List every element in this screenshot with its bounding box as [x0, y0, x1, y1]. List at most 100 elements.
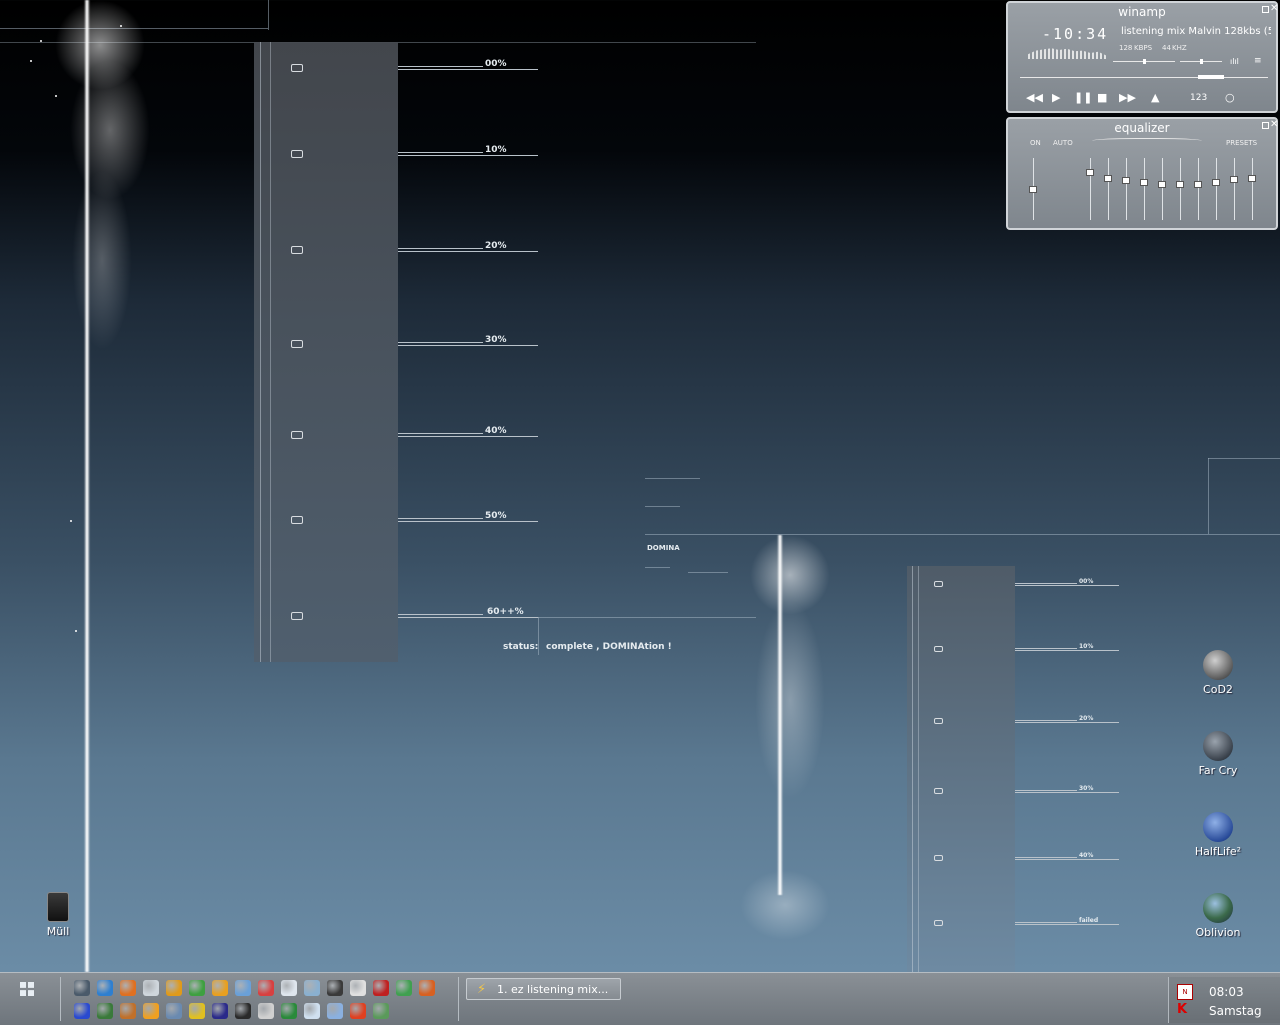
- volume-slider[interactable]: [1113, 59, 1175, 64]
- nvidia-tray-icon[interactable]: N: [1177, 984, 1193, 1000]
- quick-launch-app-icon[interactable]: [212, 980, 228, 996]
- quick-launch-app-icon[interactable]: [143, 1003, 159, 1019]
- clock-time[interactable]: 08:03: [1209, 985, 1244, 999]
- equalizer-window[interactable]: equalizer ✕ ON AUTO PRESETS: [1006, 117, 1278, 230]
- clock-day[interactable]: Samstag: [1209, 1004, 1262, 1018]
- quick-launch-app-icon[interactable]: [166, 1003, 182, 1019]
- eject-icon[interactable]: ▲: [1151, 91, 1159, 104]
- eq-auto-button[interactable]: AUTO: [1053, 139, 1073, 147]
- seek-bar[interactable]: [1020, 75, 1268, 79]
- eq-band-slider[interactable]: [1212, 158, 1221, 220]
- quick-launch-app-icon[interactable]: [166, 980, 182, 996]
- quick-launch-app-icon[interactable]: [419, 980, 435, 996]
- quick-launch-app-icon[interactable]: [327, 980, 343, 996]
- quick-launch-app-icon[interactable]: [373, 1003, 389, 1019]
- antivirus-tray-icon[interactable]: K: [1177, 1003, 1191, 1017]
- desktop-icon-trash[interactable]: Müll: [23, 892, 93, 938]
- small-scale-edge: [912, 566, 913, 972]
- quick-launch-app-icon[interactable]: [74, 980, 90, 996]
- wallpaper-hairline: [688, 572, 728, 573]
- slider-knob[interactable]: [1086, 169, 1094, 176]
- tick-line: [1015, 585, 1119, 586]
- quick-launch-app-icon[interactable]: [120, 1003, 136, 1019]
- tick-label: 00%: [1079, 578, 1094, 585]
- quick-launch-app-icon[interactable]: [373, 980, 389, 996]
- quick-launch-app-icon[interactable]: [235, 980, 251, 996]
- quick-launch-app-icon[interactable]: [396, 980, 412, 996]
- eq-on-button[interactable]: ON: [1030, 139, 1041, 147]
- minimize-icon[interactable]: [1262, 6, 1269, 13]
- quick-launch-app-icon[interactable]: [281, 980, 297, 996]
- next-icon[interactable]: ▶▶: [1119, 91, 1136, 104]
- quick-launch-app-icon[interactable]: [281, 1003, 297, 1019]
- quick-launch-app-icon[interactable]: [74, 1003, 90, 1019]
- slider-knob[interactable]: [1029, 186, 1037, 193]
- slider-knob[interactable]: [1230, 176, 1238, 183]
- tick-marker-icon: [291, 64, 303, 72]
- balance-knob[interactable]: [1200, 59, 1203, 64]
- close-icon[interactable]: ✕: [1270, 3, 1278, 14]
- slider-knob[interactable]: [1104, 175, 1112, 182]
- eq-band-slider[interactable]: [1104, 158, 1113, 220]
- stop-icon[interactable]: ■: [1097, 91, 1107, 104]
- quick-launch-app-icon[interactable]: [350, 1003, 366, 1019]
- eq-preamp-slider[interactable]: [1029, 158, 1038, 220]
- seek-knob[interactable]: [1198, 75, 1224, 79]
- volume-knob[interactable]: [1143, 59, 1146, 64]
- eq-band-slider[interactable]: [1086, 158, 1095, 220]
- quick-launch-app-icon[interactable]: [327, 1003, 343, 1019]
- start-menu-icon[interactable]: [20, 982, 34, 996]
- playlist-toggle-icon[interactable]: ≡: [1254, 56, 1262, 66]
- slider-knob[interactable]: [1140, 179, 1148, 186]
- eq-toggle-icon[interactable]: ılıl: [1230, 57, 1239, 66]
- eq-band-slider[interactable]: [1230, 158, 1239, 220]
- desktop-icon-farcry[interactable]: Far Cry: [1183, 731, 1253, 777]
- slider-knob[interactable]: [1248, 175, 1256, 182]
- quick-launch-app-icon[interactable]: [212, 1003, 228, 1019]
- quick-launch-app-icon[interactable]: [304, 980, 320, 996]
- eq-presets-button[interactable]: PRESETS: [1226, 139, 1257, 147]
- shuffle-icon[interactable]: ○: [1225, 91, 1235, 104]
- planet-icon: [1203, 731, 1233, 761]
- desktop-icon-oblivion[interactable]: Oblivion: [1183, 893, 1253, 939]
- big-scale-edge: [270, 42, 271, 662]
- slider-knob[interactable]: [1176, 181, 1184, 188]
- close-icon[interactable]: ✕: [1270, 119, 1278, 130]
- tick-marker-icon: [291, 431, 303, 439]
- quick-launch-app-icon[interactable]: [350, 980, 366, 996]
- slider-knob[interactable]: [1158, 181, 1166, 188]
- track-number[interactable]: 123: [1190, 93, 1207, 103]
- pause-icon[interactable]: ❚❚: [1074, 91, 1092, 104]
- eq-band-slider[interactable]: [1158, 158, 1167, 220]
- balance-slider[interactable]: [1180, 59, 1222, 64]
- eq-band-slider[interactable]: [1122, 158, 1131, 220]
- quick-launch-app-icon[interactable]: [97, 1003, 113, 1019]
- quick-launch-app-icon[interactable]: [143, 980, 159, 996]
- play-icon[interactable]: ▶: [1052, 91, 1060, 104]
- slider-knob[interactable]: [1122, 177, 1130, 184]
- winamp-player[interactable]: winamp ✕ -10:34 listening mix Malvin 128…: [1006, 1, 1278, 113]
- slider-knob[interactable]: [1194, 181, 1202, 188]
- quick-launch-app-icon[interactable]: [189, 1003, 205, 1019]
- eq-band-slider[interactable]: [1248, 158, 1257, 220]
- desktop-icon-label: Far Cry: [1198, 764, 1238, 777]
- wallpaper-hairline: [645, 506, 680, 507]
- quick-launch-app-icon[interactable]: [189, 980, 205, 996]
- quick-launch-app-icon[interactable]: [235, 1003, 251, 1019]
- eq-band-slider[interactable]: [1140, 158, 1149, 220]
- taskbar: ⚡ 1. ez listening mix... N K 08:03 Samst…: [0, 972, 1280, 1025]
- quick-launch-app-icon[interactable]: [258, 1003, 274, 1019]
- quick-launch-app-icon[interactable]: [258, 980, 274, 996]
- quick-launch-app-icon[interactable]: [120, 980, 136, 996]
- desktop-icon-cod2[interactable]: CoD2: [1183, 650, 1253, 696]
- tick-line: [1015, 722, 1119, 723]
- eq-band-slider[interactable]: [1176, 158, 1185, 220]
- desktop-icon-halflife[interactable]: HalfLife²: [1183, 812, 1253, 858]
- quick-launch-app-icon[interactable]: [97, 980, 113, 996]
- minimize-icon[interactable]: [1262, 122, 1269, 129]
- previous-icon[interactable]: ◀◀: [1026, 91, 1043, 104]
- slider-knob[interactable]: [1212, 179, 1220, 186]
- taskbar-button-winamp[interactable]: ⚡ 1. ez listening mix...: [466, 978, 621, 1000]
- eq-band-slider[interactable]: [1194, 158, 1203, 220]
- quick-launch-app-icon[interactable]: [304, 1003, 320, 1019]
